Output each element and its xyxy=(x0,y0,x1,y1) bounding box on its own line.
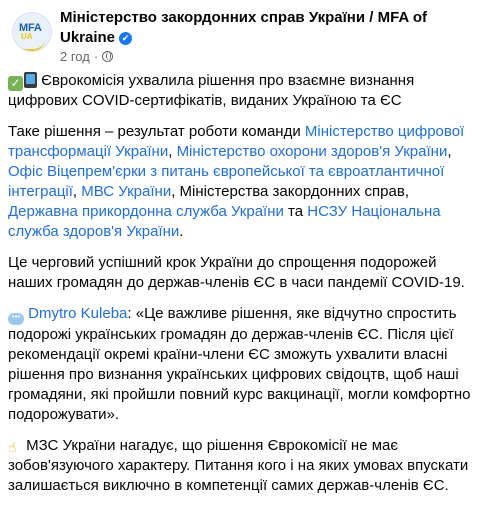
page-name-text[interactable]: Міністерство закордонних справ України /… xyxy=(60,9,427,46)
mobile-phone-emoji-icon xyxy=(24,72,37,88)
link-dmytro-kuleba[interactable]: Dmytro Kuleba xyxy=(28,305,127,322)
paragraph-5: ☝ МЗС України нагадує, що рішення Євроко… xyxy=(8,436,478,496)
paragraph-1-text: Єврокомісія ухвалила рішення про взаємне… xyxy=(8,72,415,109)
speech-balloon-emoji-icon: ••• xyxy=(8,313,24,325)
p2-sep-1: , xyxy=(168,143,177,160)
p2-text-2: , Міністерства закордонних справ, xyxy=(171,183,409,200)
link-mvs[interactable]: МВС України xyxy=(81,183,171,200)
paragraph-4-text: : «Це важливе рішення, яке відчутно спро… xyxy=(8,305,471,423)
verified-badge-icon: ✔ xyxy=(119,32,133,45)
check-mark-button-emoji-icon: ✓ xyxy=(8,76,23,91)
p2-sep-3: , xyxy=(72,183,82,200)
p2-sep-2: , xyxy=(447,143,452,160)
facebook-post: MFA UA Міністерство закордонних справ Ук… xyxy=(0,0,484,494)
post-header: MFA UA Міністерство закордонних справ Ук… xyxy=(12,8,476,68)
p2-text-1: Таке рішення – результат роботи команди xyxy=(8,123,305,140)
backhand-index-pointing-up-emoji-icon: ☝ xyxy=(8,439,17,455)
p2-text-3: та xyxy=(283,203,308,220)
meta-separator: · xyxy=(93,49,99,64)
post-meta: 2 год · xyxy=(60,49,114,65)
link-health-ministry[interactable]: Міністерство охорони здоров'я України xyxy=(177,143,448,160)
paragraph-1: ✓ Єврокомісія ухвалила рішення про взаєм… xyxy=(8,71,478,111)
paragraph-4: ••• Dmytro Kuleba: «Це важливе рішення, … xyxy=(8,304,478,425)
globe-icon[interactable] xyxy=(102,51,114,62)
paragraph-5-text: МЗС України нагадує, що рішення Єврокомі… xyxy=(8,437,469,494)
p2-text-4: . xyxy=(179,223,184,240)
page-name-link[interactable]: Міністерство закордонних справ України /… xyxy=(60,8,460,48)
post-timestamp[interactable]: 2 год xyxy=(60,49,90,64)
link-border-service[interactable]: Державна прикордонна служба України xyxy=(8,203,284,220)
paragraph-3: Це черговий успішний крок України до спр… xyxy=(8,254,465,291)
post-content: ✓ Єврокомісія ухвалила рішення про взаєм… xyxy=(8,71,478,507)
page-avatar[interactable]: MFA UA xyxy=(12,12,52,52)
logo-arc xyxy=(15,39,45,51)
paragraph-2: Таке рішення – результат роботи команди … xyxy=(8,122,478,242)
